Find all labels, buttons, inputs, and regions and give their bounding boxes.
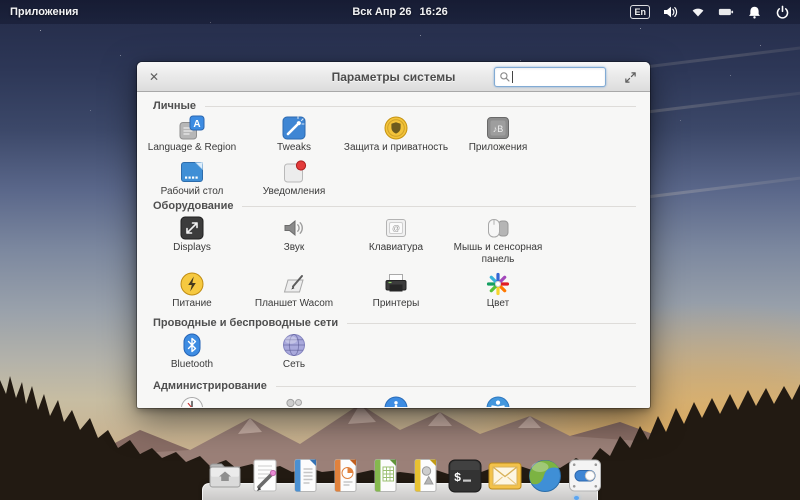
web-browser-icon	[526, 456, 564, 500]
dock-writer[interactable]	[285, 456, 324, 500]
desktop-icon	[179, 159, 205, 185]
tile-network[interactable]: Сеть	[243, 332, 345, 371]
writer-document-icon	[286, 456, 324, 500]
network-grid: Bluetooth Сеть	[139, 332, 648, 371]
maximize-icon[interactable]	[622, 69, 638, 85]
keyboard-layout-indicator[interactable]: En	[630, 5, 650, 19]
panel-time[interactable]: 16:26	[420, 6, 448, 18]
tile-about[interactable]	[345, 395, 447, 407]
system-settings-icon	[566, 456, 604, 500]
dock-files[interactable]	[205, 456, 244, 500]
universal-access-icon	[485, 395, 511, 407]
tile-power[interactable]: Питание	[141, 271, 243, 310]
sound-icon	[281, 215, 307, 241]
tile-universal-access[interactable]	[447, 395, 549, 407]
dock-calc[interactable]	[365, 456, 404, 500]
printers-icon	[383, 271, 409, 297]
bluetooth-icon	[179, 332, 205, 358]
search-icon	[499, 71, 511, 83]
system-settings-window: ✕ Параметры системы Личные A	[137, 62, 650, 408]
tile-keyboard[interactable]: @ Клавиатура	[345, 215, 447, 254]
window-titlebar[interactable]: ✕ Параметры системы	[137, 62, 650, 92]
section-header-administration: Администрирование	[139, 380, 648, 392]
text-editor-icon	[246, 456, 284, 500]
security-privacy-icon	[383, 115, 409, 141]
dock: $	[205, 456, 604, 500]
tile-desktop[interactable]: Рабочий стол	[141, 159, 243, 198]
terminal-icon: $	[446, 456, 484, 500]
hardware-grid: Displays Звук @ Клавиатура	[139, 215, 648, 310]
svg-text:$: $	[454, 471, 461, 485]
calc-spreadsheet-icon	[366, 456, 404, 500]
tile-color[interactable]: Цвет	[447, 271, 549, 310]
keyboard-icon: @	[383, 215, 409, 241]
power-settings-icon	[179, 271, 205, 297]
about-info-icon	[383, 395, 409, 407]
volume-icon[interactable]	[662, 4, 678, 20]
battery-icon[interactable]	[718, 4, 734, 20]
files-icon	[206, 456, 244, 500]
dock-system-settings[interactable]	[565, 456, 604, 500]
svg-text:♪B: ♪B	[493, 124, 504, 134]
svg-text:A: A	[193, 119, 200, 130]
personal-grid: A Language & Region Tweaks Защита и п	[139, 115, 648, 198]
dock-draw[interactable]	[405, 456, 444, 500]
wacom-tablet-icon	[281, 271, 307, 297]
tile-mouse-touchpad[interactable]: Мышь и сенсорная панель	[447, 215, 549, 266]
draw-graphics-icon	[406, 456, 444, 500]
notifications-icon	[281, 159, 307, 185]
dock-text-editor[interactable]	[245, 456, 284, 500]
svg-text:@: @	[392, 224, 400, 233]
displays-icon	[179, 215, 205, 241]
settings-content: Личные A Language & Region Tweaks	[137, 92, 650, 407]
search-input[interactable]	[513, 71, 593, 83]
section-header-network: Проводные и беспроводные сети	[139, 317, 648, 329]
dock-terminal[interactable]: $	[445, 456, 484, 500]
tile-printers[interactable]: Принтеры	[345, 271, 447, 310]
mouse-touchpad-icon	[485, 215, 511, 241]
tile-applications[interactable]: ♪B Приложения	[447, 115, 549, 154]
tile-sound[interactable]: Звук	[243, 215, 345, 254]
tile-tweaks[interactable]: Tweaks	[243, 115, 345, 154]
wifi-icon[interactable]	[690, 4, 706, 20]
section-header-personal: Личные	[139, 100, 648, 112]
bell-icon[interactable]	[746, 4, 762, 20]
tile-language-region[interactable]: A Language & Region	[141, 115, 243, 154]
top-panel: Приложения Вск Апр 26 16:26 En	[0, 0, 800, 24]
network-icon	[281, 332, 307, 358]
dock-browser[interactable]	[525, 456, 564, 500]
tile-security-privacy[interactable]: Защита и приватность	[345, 115, 447, 154]
applications-menu[interactable]: Приложения	[10, 6, 78, 18]
tile-displays[interactable]: Displays	[141, 215, 243, 254]
dock-impress[interactable]	[325, 456, 364, 500]
dock-mail[interactable]	[485, 456, 524, 500]
panel-date[interactable]: Вск Апр 26	[352, 6, 411, 18]
applications-icon: ♪B	[485, 115, 511, 141]
section-header-hardware: Оборудование	[139, 200, 648, 212]
tile-date-time[interactable]	[141, 395, 243, 407]
mail-icon	[486, 456, 524, 500]
user-accounts-icon	[281, 395, 307, 407]
tile-wacom[interactable]: Планшет Wacom	[243, 271, 345, 310]
tweaks-icon	[281, 115, 307, 141]
search-box[interactable]	[494, 67, 606, 87]
running-indicator	[574, 496, 579, 500]
tile-notifications[interactable]: Уведомления	[243, 159, 345, 198]
power-icon[interactable]	[774, 4, 790, 20]
impress-presentation-icon	[326, 456, 364, 500]
color-icon	[485, 271, 511, 297]
language-region-icon: A	[179, 115, 205, 141]
tile-user-accounts[interactable]	[243, 395, 345, 407]
tile-bluetooth[interactable]: Bluetooth	[141, 332, 243, 371]
panel-indicators: En	[630, 4, 790, 20]
date-time-clock-icon	[179, 395, 205, 407]
administration-grid	[139, 395, 648, 407]
